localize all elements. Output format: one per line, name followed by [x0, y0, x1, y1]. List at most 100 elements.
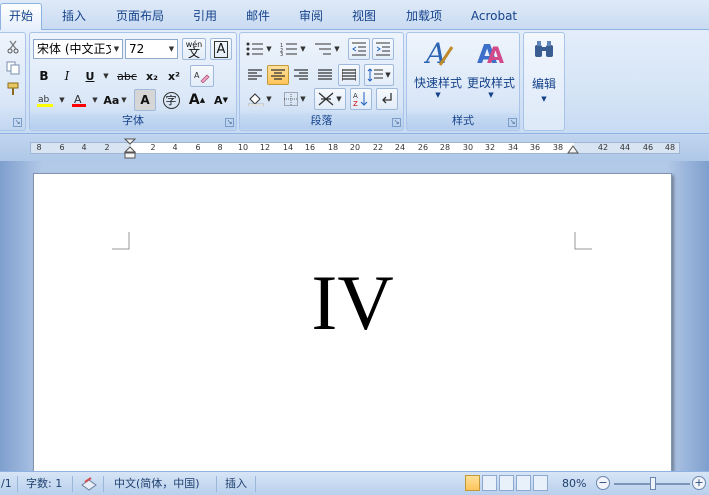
- change-case-button[interactable]: Aa ▼: [102, 90, 128, 110]
- format-painter-icon[interactable]: [3, 79, 23, 99]
- draft-view-icon[interactable]: [533, 475, 548, 491]
- subscript-button[interactable]: x₂: [142, 66, 162, 86]
- styles-group: A 快速样式 ▼ A A 更改样式 ▼ 样式 ↘: [406, 32, 520, 131]
- svg-text:A: A: [353, 92, 358, 100]
- page-indicator[interactable]: /1: [1, 472, 12, 495]
- quick-styles-button[interactable]: A 快速样式 ▼: [413, 37, 463, 107]
- ruler-number: 36: [529, 143, 541, 152]
- editing-button[interactable]: 编辑 ▼: [527, 37, 561, 109]
- ruler-number: 6: [195, 143, 201, 152]
- chevron-down-icon[interactable]: ▼: [111, 40, 122, 58]
- ruler-number: 8: [36, 143, 42, 152]
- align-right-button[interactable]: [290, 65, 312, 85]
- clear-formatting-button[interactable]: A: [190, 65, 214, 87]
- phonetic-guide-button[interactable]: wén 文: [182, 38, 206, 60]
- align-center-icon: [271, 69, 285, 80]
- status-bar: /1 字数: 1 中文(简体，中国) 插入 80% − +: [0, 471, 709, 495]
- tab-mailings[interactable]: 邮件: [236, 4, 280, 28]
- quick-styles-label: 快速样式: [413, 76, 462, 90]
- zoom-in-icon[interactable]: +: [692, 476, 706, 490]
- editing-label: 编辑: [531, 77, 556, 91]
- ruler-number: 16: [304, 143, 316, 152]
- borders-icon: [284, 92, 299, 106]
- underline-dropdown-icon[interactable]: ▼: [100, 66, 110, 86]
- ruler-number: 12: [259, 143, 271, 152]
- bullets-button[interactable]: ▼: [244, 39, 274, 59]
- word-count[interactable]: 字数: 1: [26, 472, 62, 495]
- ruler-number: 44: [619, 143, 631, 152]
- cut-icon[interactable]: [3, 37, 23, 57]
- proofing-book-icon[interactable]: [81, 476, 97, 491]
- character-shading-button[interactable]: A: [134, 89, 156, 111]
- tab-home[interactable]: 开始: [0, 3, 42, 31]
- indent-marker-icon[interactable]: [124, 138, 136, 160]
- full-screen-reading-view-icon[interactable]: [482, 475, 497, 491]
- paragraph-dialog-launcher-icon[interactable]: ↘: [392, 118, 401, 127]
- ruler-number: 26: [417, 143, 429, 152]
- align-center-button[interactable]: [267, 65, 289, 85]
- numbering-button[interactable]: 1 2 3 ▼: [278, 39, 308, 59]
- font-name-combo[interactable]: 宋体 (中文正文) ▼: [33, 39, 123, 59]
- right-indent-marker-icon[interactable]: [567, 145, 579, 155]
- tab-review[interactable]: 审阅: [289, 4, 333, 28]
- clipboard-launcher-icon[interactable]: ↘: [13, 118, 22, 127]
- zoom-out-icon[interactable]: −: [596, 476, 610, 490]
- tab-insert[interactable]: 插入: [52, 4, 96, 28]
- insert-mode-indicator[interactable]: 插入: [225, 472, 247, 495]
- enclose-characters-label: 字: [162, 91, 180, 109]
- font-size-combo[interactable]: 72 ▼: [125, 39, 178, 59]
- borders-button[interactable]: ▼: [280, 89, 310, 109]
- shrink-font-button[interactable]: A ▼: [210, 90, 232, 110]
- web-layout-view-icon[interactable]: [499, 475, 514, 491]
- tab-page-layout[interactable]: 页面布局: [108, 4, 172, 28]
- superscript-button[interactable]: x²: [164, 66, 184, 86]
- svg-text:3: 3: [280, 52, 283, 56]
- highlight-dropdown-icon[interactable]: ▼: [56, 90, 66, 110]
- tab-acrobat[interactable]: Acrobat: [462, 4, 526, 28]
- underline-button[interactable]: U: [80, 66, 100, 86]
- decrease-indent-button[interactable]: [348, 38, 370, 60]
- print-layout-view-icon[interactable]: [465, 475, 480, 491]
- highlight-button[interactable]: ab: [34, 90, 56, 110]
- italic-button[interactable]: I: [57, 66, 77, 86]
- chinese-layout-button[interactable]: ▼: [314, 88, 346, 110]
- grow-font-button[interactable]: A ▲: [186, 90, 208, 110]
- tab-addins[interactable]: 加载项: [396, 4, 452, 28]
- svg-text:A: A: [423, 37, 446, 69]
- paint-bucket-icon: [248, 93, 265, 106]
- zoom-level[interactable]: 80%: [562, 472, 586, 495]
- tab-view[interactable]: 视图: [342, 4, 386, 28]
- sort-button[interactable]: AZ: [350, 88, 372, 110]
- bold-button[interactable]: B: [34, 66, 54, 86]
- font-dialog-launcher-icon[interactable]: ↘: [225, 118, 234, 127]
- svg-text:A: A: [487, 44, 504, 69]
- styles-dialog-launcher-icon[interactable]: ↘: [508, 118, 517, 127]
- increase-indent-button[interactable]: [372, 38, 394, 60]
- document-text[interactable]: IV: [34, 258, 671, 348]
- tab-references[interactable]: 引用: [183, 4, 227, 28]
- strikethrough-button[interactable]: abc: [114, 66, 140, 86]
- justify-button[interactable]: [314, 65, 336, 85]
- line-spacing-button[interactable]: ▼: [364, 64, 394, 86]
- change-styles-button[interactable]: A A 更改样式 ▼: [465, 37, 517, 107]
- outline-view-icon[interactable]: [516, 475, 531, 491]
- copy-icon[interactable]: [3, 58, 23, 78]
- font-color-dropdown-icon[interactable]: ▼: [89, 90, 99, 110]
- chevron-down-icon: ▼: [541, 95, 547, 103]
- divider: [17, 476, 18, 492]
- enclose-characters-button[interactable]: 字: [160, 89, 182, 111]
- character-border-button[interactable]: A: [210, 38, 232, 60]
- shading-button[interactable]: ▼: [244, 89, 276, 109]
- distributed-button[interactable]: [338, 64, 360, 86]
- language-indicator[interactable]: 中文(简体，中国): [114, 472, 200, 495]
- font-color-button[interactable]: A: [69, 90, 89, 110]
- align-left-button[interactable]: [244, 65, 266, 85]
- divider: [216, 476, 217, 492]
- multilevel-list-button[interactable]: ▼: [312, 39, 342, 59]
- shrink-font-label: A: [214, 93, 223, 107]
- ruler-number: 20: [349, 143, 361, 152]
- show-marks-button[interactable]: [376, 88, 398, 110]
- font-group-label: 字体: [30, 113, 236, 129]
- chevron-down-icon[interactable]: ▼: [166, 40, 177, 58]
- zoom-slider-thumb[interactable]: [650, 477, 656, 490]
